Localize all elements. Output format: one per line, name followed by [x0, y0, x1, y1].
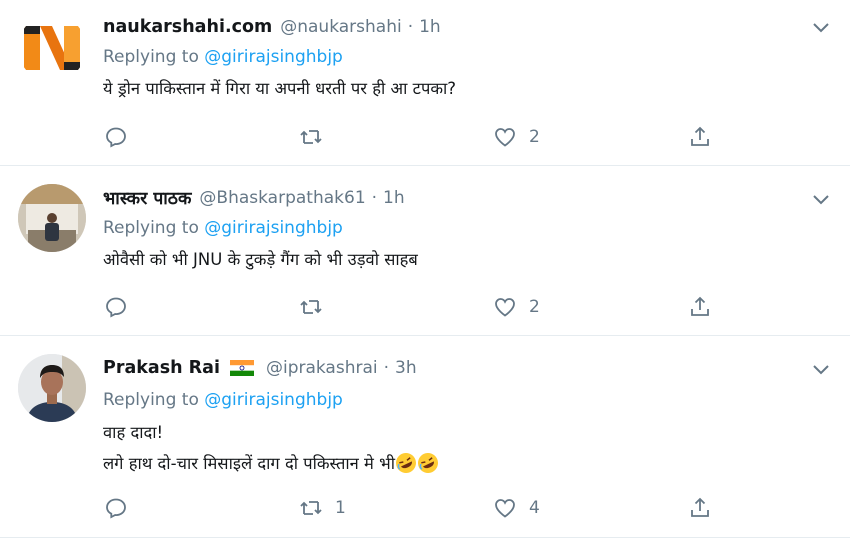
like-button[interactable]: 4: [493, 493, 540, 523]
tweet-line: वाह दादा!: [103, 423, 164, 442]
chevron-down-icon[interactable]: [810, 188, 832, 210]
heart-icon: [495, 499, 515, 518]
mention-link[interactable]: @girirajsinghbjp: [204, 218, 343, 238]
timestamp[interactable]: 1h: [383, 188, 405, 208]
chevron-down-icon[interactable]: [810, 16, 832, 38]
reply-button[interactable]: [104, 122, 140, 152]
share-button[interactable]: [688, 292, 712, 322]
tweet-line: लगे हाथ दो-चार मिसाइलें दाग दो पकिस्तान …: [103, 451, 439, 476]
share-icon: [691, 296, 709, 316]
avatar[interactable]: [18, 184, 86, 252]
display-name[interactable]: naukarshahi.com: [103, 17, 272, 37]
retweet-icon: [300, 501, 322, 515]
tweet[interactable]: Prakash Rai @iprakashrai · 3h Replying t…: [0, 336, 850, 538]
share-icon: [691, 497, 709, 517]
tweet-line-text: लगे हाथ दो-चार मिसाइलें दाग दो पकिस्तान …: [103, 454, 396, 473]
retweet-button[interactable]: [299, 122, 335, 152]
tweet-header: भास्कर पाठक @Bhaskarpathak61 · 1h: [103, 183, 405, 213]
separator-dot: ·: [407, 17, 414, 37]
user-handle[interactable]: @naukarshahi: [280, 17, 401, 37]
replying-to: Replying to @girirajsinghbjp: [103, 47, 343, 67]
timestamp[interactable]: 3h: [395, 358, 417, 378]
tweet[interactable]: भास्कर पाठक @Bhaskarpathak61 · 1h Replyi…: [0, 166, 850, 336]
avatar[interactable]: [18, 354, 86, 422]
tweet-text: ओवैसी को भी JNU के टुकड़े गैंग को भी उड़…: [103, 247, 418, 272]
rolling-laughing-emoji: [417, 452, 439, 474]
reply-icon: [106, 127, 126, 148]
replying-to: Replying to @girirajsinghbjp: [103, 390, 343, 410]
reply-icon: [106, 498, 126, 519]
retweet-icon: [300, 300, 322, 314]
display-name[interactable]: भास्कर पाठक: [103, 186, 191, 210]
india-flag-icon: [229, 360, 254, 376]
like-count: 2: [529, 127, 540, 147]
share-icon: [691, 126, 709, 146]
share-button[interactable]: [688, 122, 712, 152]
retweet-button[interactable]: 1: [299, 493, 346, 523]
reply-button[interactable]: [104, 493, 140, 523]
replying-label: Replying to: [103, 390, 199, 410]
tweet-header: naukarshahi.com @naukarshahi · 1h: [103, 12, 441, 42]
like-count: 4: [529, 498, 540, 518]
mention-link[interactable]: @girirajsinghbjp: [204, 390, 343, 410]
chevron-down-icon[interactable]: [810, 358, 832, 380]
heart-icon: [495, 128, 515, 147]
mention-link[interactable]: @girirajsinghbjp: [204, 47, 343, 67]
avatar[interactable]: [18, 14, 86, 82]
like-button[interactable]: 2: [493, 292, 540, 322]
tweet-text: ये ड्रोन पाकिस्तान में गिरा या अपनी धरती…: [103, 76, 456, 101]
replying-label: Replying to: [103, 218, 199, 238]
display-name[interactable]: Prakash Rai: [103, 358, 220, 378]
tweet-actions: 2: [103, 122, 723, 152]
tweet-header: Prakash Rai @iprakashrai · 3h: [103, 353, 417, 383]
tweet-text: वाह दादा! लगे हाथ दो-चार मिसाइलें दाग दो…: [103, 420, 439, 476]
user-handle[interactable]: @iprakashrai: [266, 358, 378, 378]
retweet-count: 1: [335, 498, 346, 518]
separator-dot: ·: [383, 358, 390, 378]
user-handle[interactable]: @Bhaskarpathak61: [199, 188, 365, 208]
retweet-button[interactable]: [299, 292, 335, 322]
tweet-actions: 1 4: [103, 493, 723, 523]
reply-button[interactable]: [104, 292, 140, 322]
reply-icon: [106, 297, 126, 318]
tweet-line: ओवैसी को भी JNU के टुकड़े गैंग को भी उड़…: [103, 250, 418, 269]
share-button[interactable]: [688, 493, 712, 523]
tweet[interactable]: naukarshahi.com @naukarshahi · 1h Replyi…: [0, 0, 850, 166]
tweet-line: ये ड्रोन पाकिस्तान में गिरा या अपनी धरती…: [103, 79, 457, 98]
rolling-laughing-emoji: [395, 452, 417, 474]
tweet-actions: 2: [103, 292, 723, 322]
heart-icon: [495, 298, 515, 317]
retweet-icon: [300, 130, 322, 144]
like-button[interactable]: 2: [493, 122, 540, 152]
timestamp[interactable]: 1h: [419, 17, 441, 37]
replying-to: Replying to @girirajsinghbjp: [103, 218, 343, 238]
separator-dot: ·: [371, 188, 378, 208]
replying-label: Replying to: [103, 47, 199, 67]
like-count: 2: [529, 297, 540, 317]
